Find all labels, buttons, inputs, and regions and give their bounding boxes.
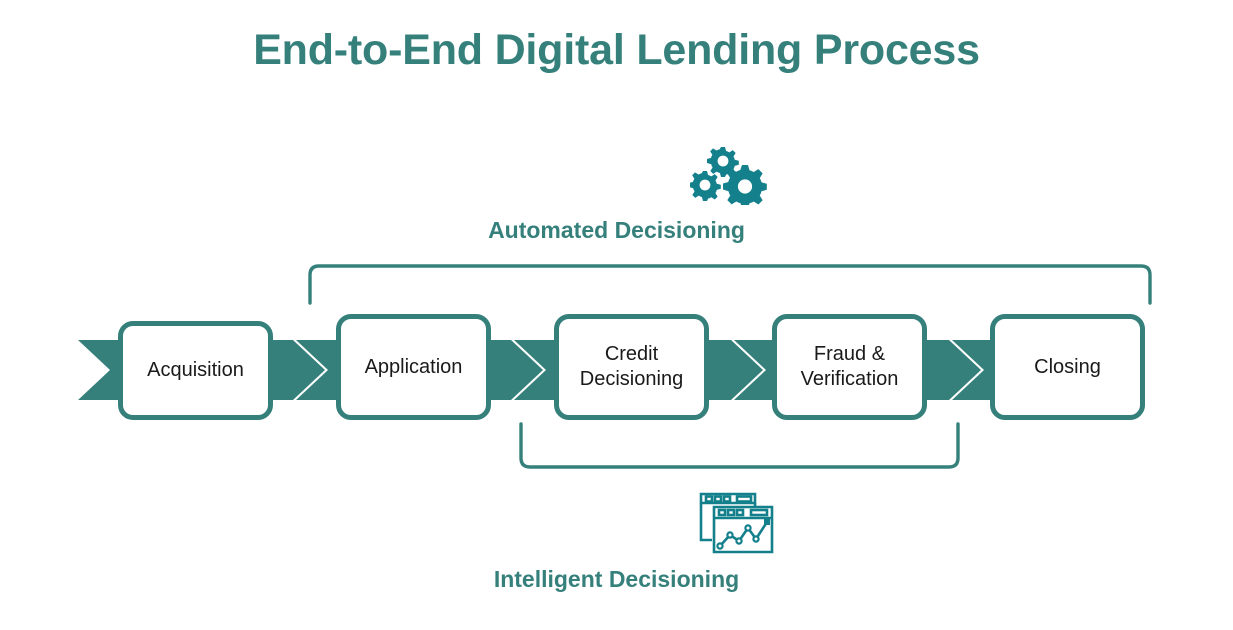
process-box-fraud-verification[interactable]: Fraud & Verification [772, 314, 927, 420]
process-box-fraud-verification-line1: Fraud & [813, 343, 886, 365]
bracket-automated-decisioning [308, 264, 1152, 305]
process-box-credit-decisioning-line1: Credit [604, 343, 659, 365]
process-box-credit-decisioning-line2: Decisioning [579, 368, 684, 390]
process-box-fraud-verification-line2: Verification [800, 368, 899, 390]
diagram-canvas: End-to-End Digital Lending Process Autom… [0, 0, 1233, 630]
process-box-closing-line1: Closing [1034, 355, 1101, 378]
process-box-credit-decisioning[interactable]: Credit Decisioning [554, 314, 709, 420]
process-box-application[interactable]: Application [336, 314, 491, 420]
process-box-acquisition-line1: Acquisition [147, 359, 244, 381]
dashboard-chart-icon [698, 489, 776, 557]
process-box-closing[interactable]: Closing [990, 314, 1145, 420]
bracket-intelligent-decisioning [519, 422, 960, 469]
process-box-application-line1: Application [364, 355, 463, 378]
intelligent-decisioning-label: Intelligent Decisioning [493, 566, 740, 592]
process-box-acquisition[interactable]: Acquisition [118, 321, 273, 420]
